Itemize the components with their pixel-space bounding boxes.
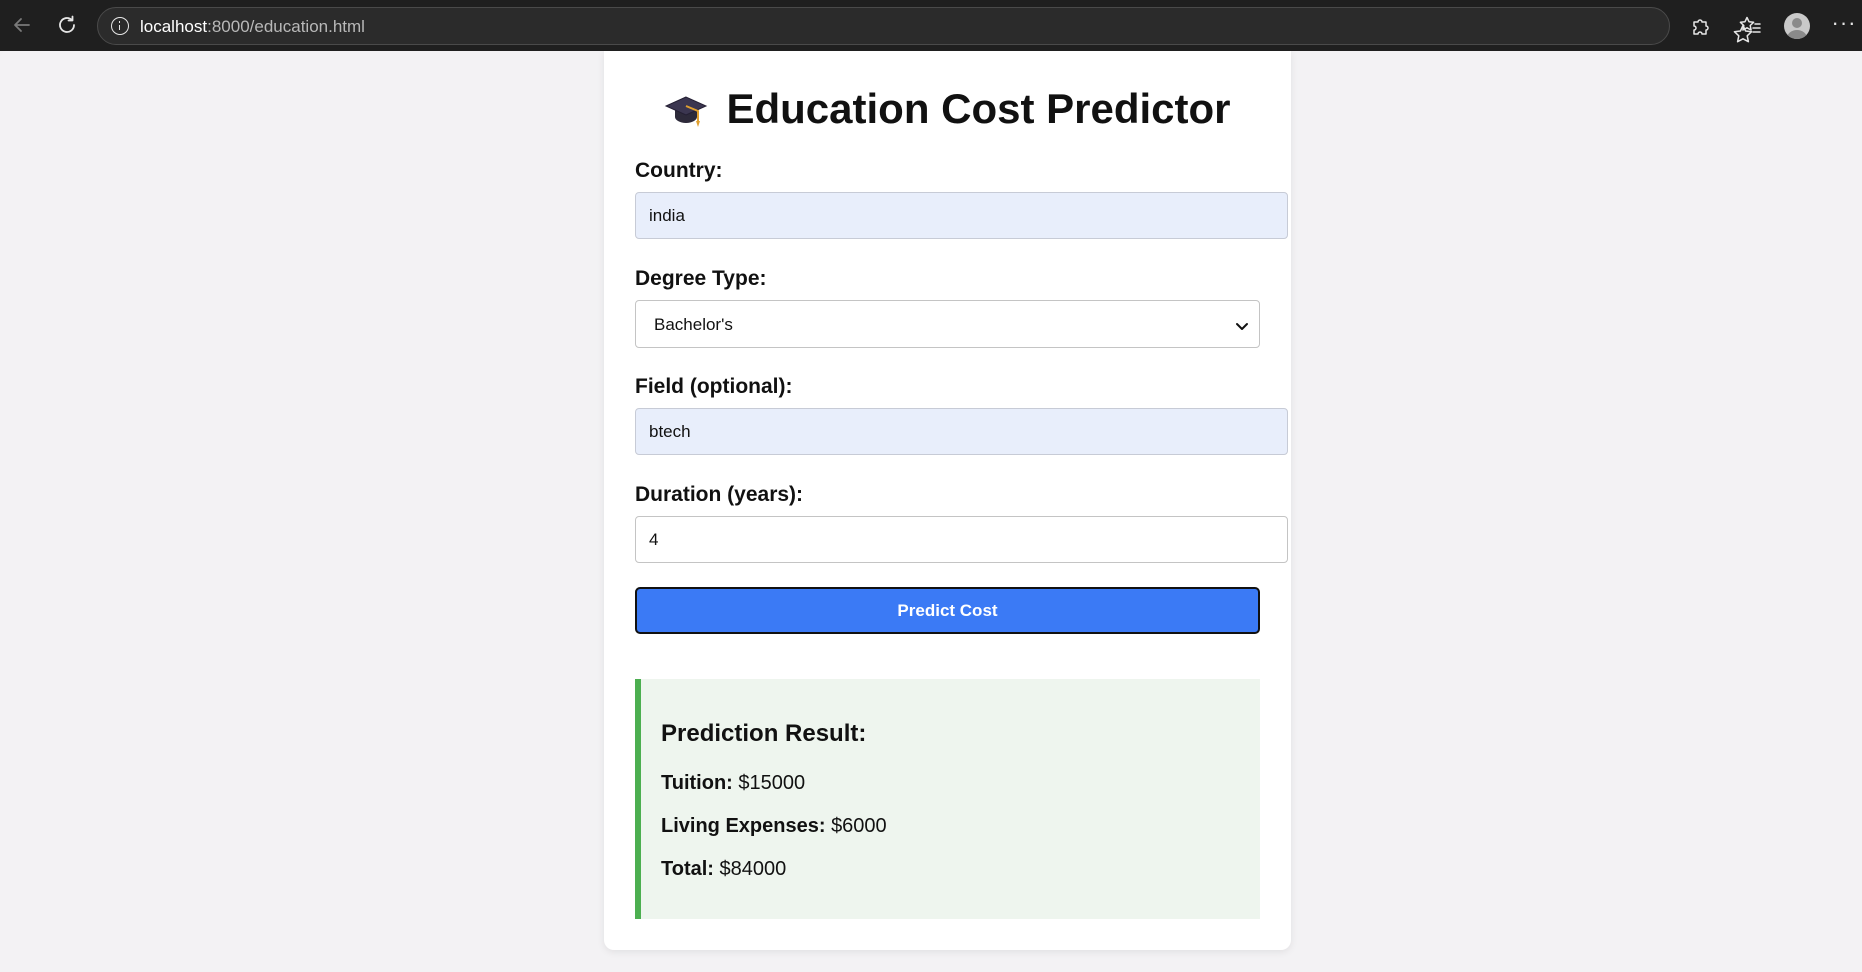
result-heading: Prediction Result: xyxy=(661,720,867,747)
field-label: Field (optional): xyxy=(635,375,793,398)
extensions-puzzle-icon[interactable] xyxy=(1684,9,1718,43)
avatar xyxy=(1784,13,1810,39)
tuition-value: $15000 xyxy=(738,772,806,794)
country-label: Country: xyxy=(635,159,723,182)
site-info-icon[interactable] xyxy=(111,17,129,35)
predictor-card: Education Cost Predictor Country: Degree… xyxy=(604,51,1291,950)
url-text[interactable]: localhost:8000/education.html xyxy=(140,17,365,37)
page-viewport: Education Cost Predictor Country: Degree… xyxy=(0,51,1862,972)
tuition-line: Tuition: $15000 xyxy=(661,772,805,795)
degree-type-select[interactable]: Bachelor's xyxy=(635,300,1260,348)
address-bar[interactable]: localhost:8000/education.html xyxy=(97,7,1753,45)
reload-icon[interactable] xyxy=(51,8,83,42)
living-expenses-line: Living Expenses: $6000 xyxy=(661,815,887,838)
browser-toolbar: localhost:8000/education.html ··· xyxy=(0,0,1862,51)
url-host: localhost xyxy=(140,17,208,36)
page-title-text: Education Cost Predictor xyxy=(726,85,1231,132)
total-value: $84000 xyxy=(719,858,787,880)
duration-input[interactable] xyxy=(635,516,1288,563)
total-line: Total: $84000 xyxy=(661,858,786,881)
degree-type-selected-value: Bachelor's xyxy=(654,315,733,334)
duration-label: Duration (years): xyxy=(635,483,804,506)
chevron-down-icon xyxy=(1235,319,1249,337)
favorites-list-icon[interactable] xyxy=(1733,9,1767,43)
field-input[interactable] xyxy=(635,408,1288,455)
tuition-label: Tuition: xyxy=(661,772,733,794)
graduation-cap-icon xyxy=(664,91,708,139)
total-label: Total: xyxy=(661,858,714,880)
predict-cost-button[interactable]: Predict Cost xyxy=(635,587,1260,634)
country-input[interactable] xyxy=(635,192,1288,239)
prediction-result-panel: Prediction Result: Tuition: $15000 Livin… xyxy=(635,679,1260,919)
profile-avatar-icon[interactable] xyxy=(1780,9,1814,43)
page-title: Education Cost Predictor xyxy=(604,85,1291,139)
living-expenses-label: Living Expenses: xyxy=(661,815,826,837)
degree-type-label: Degree Type: xyxy=(635,267,767,290)
back-arrow-icon[interactable] xyxy=(6,8,38,42)
url-path: :8000/education.html xyxy=(207,17,365,36)
living-expenses-value: $6000 xyxy=(831,815,887,837)
more-menu-icon[interactable]: ··· xyxy=(1827,9,1861,43)
